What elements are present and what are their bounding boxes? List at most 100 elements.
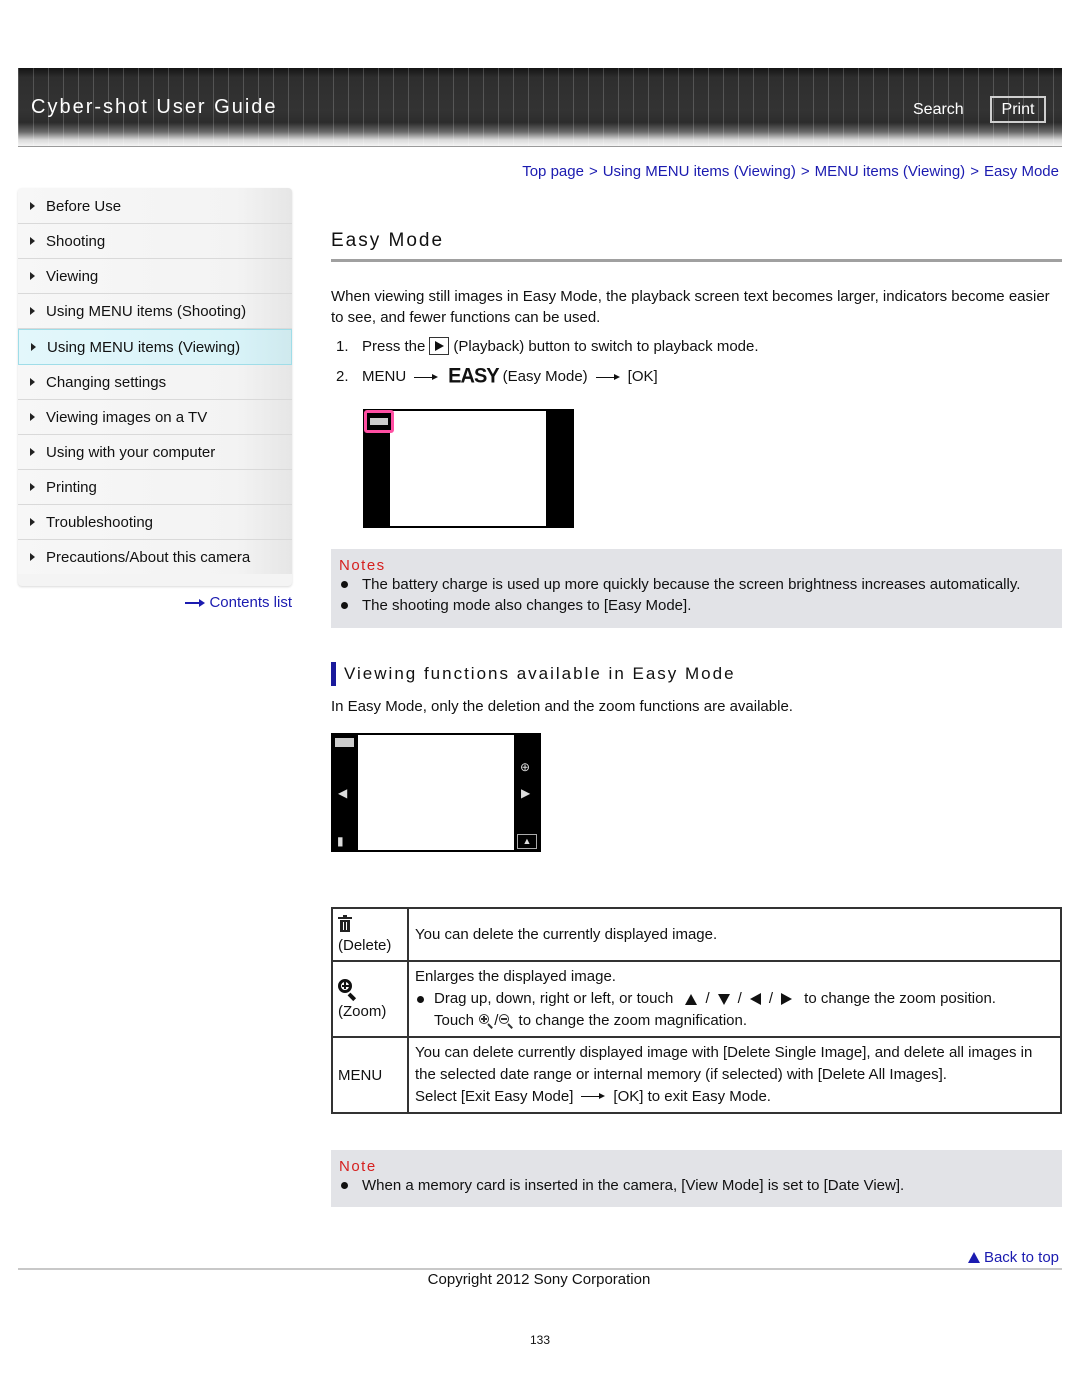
chevron-right-icon — [30, 202, 35, 210]
breadcrumb-separator: > — [970, 163, 979, 180]
back-to-top-label: Back to top — [983, 1249, 1059, 1266]
arrow-right-icon — [780, 993, 792, 1006]
table-row: (Zoom) Enlarges the displayed image. Dra… — [331, 960, 1062, 1038]
print-button[interactable]: Print — [990, 96, 1046, 123]
section-description: In Easy Mode, only the deletion and the … — [331, 698, 793, 715]
delete-label: (Delete) — [338, 937, 392, 954]
table-cell-description: Enlarges the displayed image. Drag up, d… — [407, 960, 1062, 1038]
menu-button-highlight-icon — [364, 410, 394, 433]
camera-icon: ▲ — [517, 834, 537, 849]
note-text: The shooting mode also changes to [Easy … — [362, 597, 692, 614]
chevron-right-icon — [30, 272, 35, 280]
trash-icon: ▮ — [337, 834, 344, 848]
screen-image-area — [390, 411, 546, 526]
sidebar-item-computer[interactable]: Using with your computer — [18, 435, 292, 470]
sidebar-item-printing[interactable]: Printing — [18, 470, 292, 505]
trash-icon — [338, 915, 352, 933]
table-cell-description: You can delete currently displayed image… — [407, 1036, 1062, 1114]
zoom-in-icon — [338, 978, 358, 1001]
arrow-up-icon — [685, 993, 698, 1005]
note-item: When a memory card is inserted in the ca… — [341, 1175, 1062, 1196]
step-2: 2. MENU EASY (Easy Mode) [OK] — [336, 364, 658, 388]
chevron-right-icon — [30, 378, 35, 386]
page-number: 133 — [529, 1333, 551, 1347]
touch-text: to change the zoom magnification. — [518, 1012, 748, 1029]
note-text: When a memory card is inserted in the ca… — [362, 1177, 905, 1194]
arrow-right-icon — [412, 372, 440, 382]
sidebar-item-viewing-tv[interactable]: Viewing images on a TV — [18, 400, 292, 435]
chevron-right-icon — [30, 553, 35, 561]
next-icon: ▶ — [521, 786, 531, 800]
sidebar-item-label: Before Use — [46, 197, 122, 215]
zoom-out-icon — [498, 1013, 514, 1029]
sidebar-item-menu-shooting[interactable]: Using MENU items (Shooting) — [18, 294, 292, 329]
playback-icon — [429, 337, 450, 355]
breadcrumb-top-page[interactable]: Top page — [522, 163, 584, 180]
intro-text: When viewing still images in Easy Mode, … — [331, 288, 1050, 326]
arrow-right-icon — [579, 1091, 607, 1101]
sidebar-item-label: Printing — [46, 478, 97, 496]
sidebar-item-label: Troubleshooting — [46, 513, 154, 531]
sidebar-item-viewing[interactable]: Viewing — [18, 259, 292, 294]
menu-exit-line: Select [Exit Easy Mode] [OK] to exit Easy… — [415, 1086, 1054, 1108]
sidebar-item-menu-viewing[interactable]: Using MENU items (Viewing) — [18, 329, 292, 365]
sidebar-item-before-use[interactable]: Before Use — [18, 188, 292, 224]
exit-text: [OK] to exit Easy Mode. — [613, 1088, 771, 1105]
back-to-top-link[interactable]: Back to top — [967, 1249, 1059, 1266]
easy-mode-screen-illustration — [363, 409, 574, 528]
ok-label: [OK] — [627, 368, 658, 385]
step-1: 1. Press the (Playback) button to switch… — [336, 337, 759, 355]
breadcrumb: Top page > Using MENU items (Viewing) > MENU… — [522, 163, 1059, 180]
breadcrumb-using-menu-items-viewing[interactable]: Using MENU items (Viewing) — [603, 163, 796, 180]
sidebar-item-label: Using MENU items (Viewing) — [47, 338, 241, 356]
sidebar-item-label: Shooting — [46, 232, 106, 250]
sidebar-item-troubleshooting[interactable]: Troubleshooting — [18, 505, 292, 540]
bullet-icon — [341, 1182, 348, 1189]
breadcrumb-easy-mode[interactable]: Easy Mode — [984, 163, 1059, 180]
sidebar-nav: Before Use Shooting Viewing Using MENU i… — [18, 188, 292, 586]
bullet-text: Drag up, down, right or left, or touch — [434, 990, 674, 1007]
menu-description: You can delete currently displayed image… — [415, 1044, 1033, 1083]
easy-mode-label: (Easy Mode) — [502, 368, 588, 385]
arrow-right-icon — [185, 598, 206, 608]
section-heading: Viewing functions available in Easy Mode — [331, 662, 736, 686]
sidebar-item-label: Viewing — [46, 267, 99, 285]
sidebar-item-shooting[interactable]: Shooting — [18, 224, 292, 259]
sidebar-item-label: Viewing images on a TV — [46, 408, 208, 426]
sidebar-item-changing-settings[interactable]: Changing settings — [18, 365, 292, 400]
arrow-left-icon — [749, 993, 761, 1006]
easy-mode-playback-illustration: ◀ ▮ ⊕ ▶ ▲ — [331, 733, 541, 852]
slash: / — [737, 990, 742, 1007]
zoom-in-icon — [478, 1013, 494, 1029]
notes-box: Notes The battery charge is used up more… — [331, 549, 1062, 628]
zoom-bullet: Drag up, down, right or left, or touch /… — [415, 988, 1054, 1032]
step-number: 2. — [336, 368, 349, 385]
arrow-down-icon — [717, 993, 730, 1005]
sidebar-item-precautions[interactable]: Precautions/About this camera — [18, 540, 292, 574]
screen-image-area — [358, 735, 514, 850]
table-row: MENU You can delete currently displayed … — [331, 1036, 1062, 1114]
note-item: The battery charge is used up more quick… — [341, 574, 1062, 595]
chevron-right-icon — [30, 483, 35, 491]
chevron-right-icon — [30, 237, 35, 245]
table-cell-description: You can delete the currently displayed i… — [407, 907, 1062, 962]
sidebar-item-label: Using with your computer — [46, 443, 216, 461]
breadcrumb-separator: > — [800, 163, 810, 180]
previous-icon: ◀ — [338, 786, 348, 800]
search-link[interactable]: Search — [913, 101, 964, 119]
bullet-icon — [341, 602, 348, 609]
arrow-right-icon — [594, 372, 622, 382]
contents-list-link[interactable]: Contents list — [185, 594, 292, 611]
bullet-icon — [417, 996, 424, 1003]
site-header: Cyber-shot User Guide Search Print — [18, 68, 1062, 146]
slash: / — [705, 990, 710, 1007]
breadcrumb-separator: > — [588, 163, 598, 180]
site-title: Cyber-shot User Guide — [31, 96, 278, 118]
note-text: The battery charge is used up more quick… — [362, 576, 1021, 593]
chevron-right-icon — [30, 413, 35, 421]
chevron-right-icon — [30, 307, 35, 315]
header-divider — [18, 146, 1062, 147]
sidebar-item-label: Using MENU items (Shooting) — [46, 302, 247, 320]
step-number: 1. — [336, 337, 349, 355]
breadcrumb-menu-items-viewing[interactable]: MENU items (Viewing) — [815, 163, 966, 180]
